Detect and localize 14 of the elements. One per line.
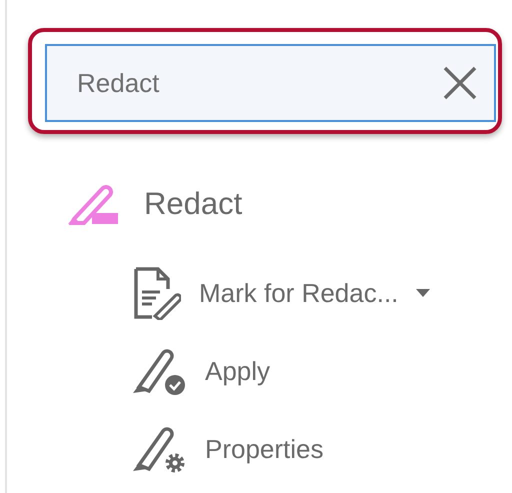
action-row[interactable]: Mark for Redac... bbox=[133, 254, 512, 332]
search-field[interactable]: Redact bbox=[45, 44, 496, 122]
tool-name[interactable]: Redact bbox=[144, 186, 242, 222]
caret-icon[interactable] bbox=[416, 289, 430, 297]
document-pen-icon bbox=[133, 266, 181, 320]
action-row[interactable]: Apply bbox=[133, 332, 512, 410]
action-label[interactable]: Properties bbox=[205, 434, 324, 464]
action-label[interactable]: Mark for Redac... bbox=[199, 278, 398, 308]
marker-gear-icon bbox=[133, 425, 187, 473]
action-label[interactable]: Apply bbox=[205, 356, 270, 386]
marker-check-icon bbox=[133, 347, 187, 395]
action-row[interactable]: Properties bbox=[133, 410, 512, 488]
clear-icon[interactable] bbox=[442, 65, 478, 101]
marker-icon bbox=[66, 183, 120, 225]
